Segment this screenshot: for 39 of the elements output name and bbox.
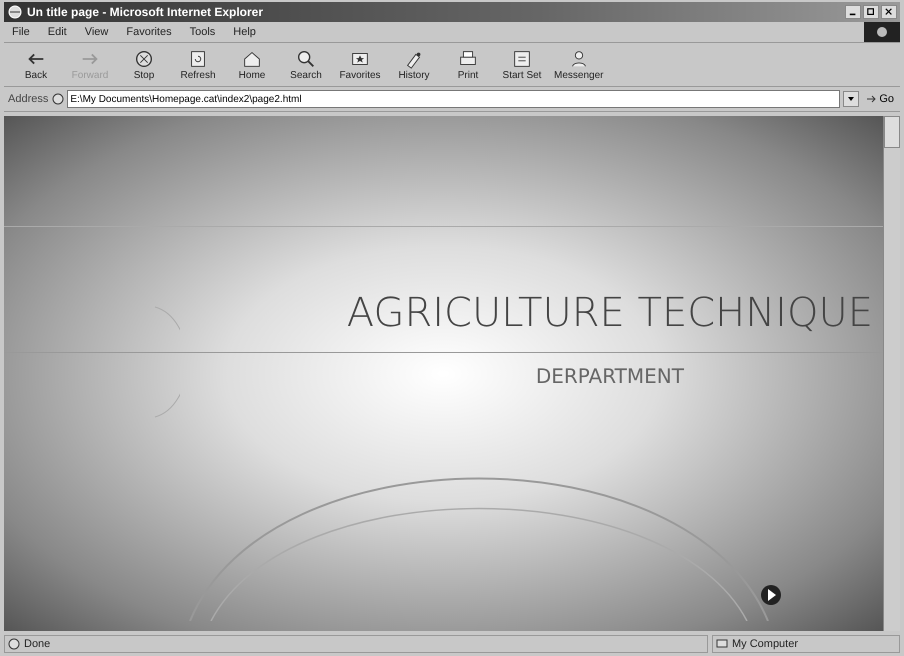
maximize-button[interactable] <box>863 5 879 19</box>
toolbar-button[interactable]: Messenger <box>552 46 606 83</box>
toolbar-button[interactable]: Back <box>12 46 60 83</box>
page-icon <box>8 638 20 650</box>
caret-icon <box>847 95 856 103</box>
go-button[interactable]: Go <box>863 93 896 105</box>
page-subheading: DERPARTMENT <box>536 364 684 388</box>
menu-item[interactable]: View <box>84 26 108 38</box>
toolbar-button[interactable]: Search <box>282 46 330 83</box>
menu-item[interactable]: Tools <box>190 26 216 38</box>
page-heading: AGRICULTURE TECHNIQUE <box>346 290 873 336</box>
toolbar-button[interactable]: History <box>390 46 438 83</box>
window-title: Un title page - Microsoft Internet Explorer <box>27 5 264 19</box>
toolbar-button[interactable]: Stop <box>120 46 168 83</box>
page-icon <box>52 93 64 105</box>
toolbar-button[interactable]: Print <box>444 46 492 83</box>
minimize-button[interactable] <box>845 5 861 19</box>
menu-item[interactable]: Help <box>233 26 256 38</box>
next-button[interactable] <box>759 583 783 607</box>
toolbar-button[interactable]: Refresh <box>174 46 222 83</box>
maximize-icon <box>867 8 875 16</box>
close-button[interactable] <box>881 5 897 19</box>
arrow-icon <box>865 93 878 105</box>
menu-item[interactable]: File <box>12 26 30 38</box>
browser-icon <box>7 4 23 20</box>
close-icon <box>885 8 893 16</box>
toolbar-button[interactable]: Favorites <box>336 46 384 83</box>
address-label: Address <box>8 93 48 105</box>
browser-logo <box>864 22 900 42</box>
status-text: Done <box>24 638 50 650</box>
computer-icon <box>716 638 728 650</box>
zone-text: My Computer <box>732 638 798 650</box>
menu-item[interactable]: Favorites <box>126 26 172 38</box>
scrollbar[interactable] <box>883 116 900 631</box>
toolbar-button[interactable]: Start Set <box>498 46 546 83</box>
menu-item[interactable]: Edit <box>48 26 67 38</box>
toolbar-button[interactable]: Home <box>228 46 276 83</box>
dropdown-button[interactable] <box>843 91 860 107</box>
address-field[interactable]: E:\My Documents\Homepage.cat\index2\page2.html <box>67 90 840 108</box>
